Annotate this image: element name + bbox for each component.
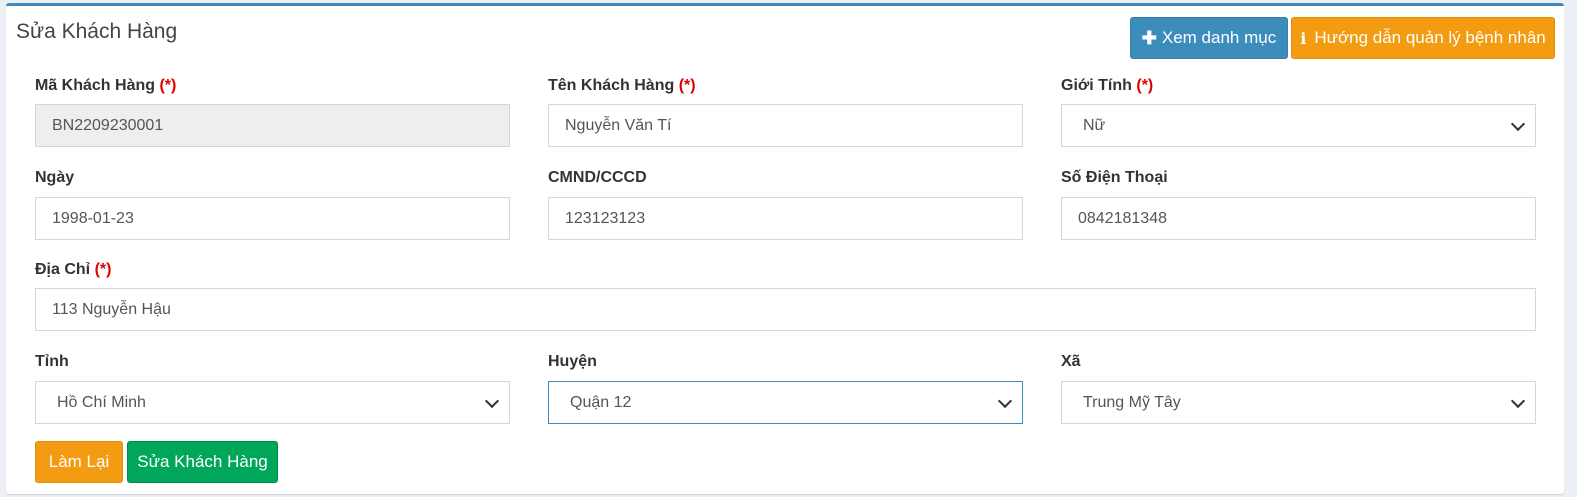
phone-label: Số Điện Thoại — [1061, 169, 1168, 186]
province-label: Tỉnh — [35, 353, 69, 370]
info-icon: i — [1300, 28, 1307, 48]
ward-label: Xã — [1061, 353, 1081, 370]
submit-edit-customer-button[interactable]: Sửa Khách Hàng — [127, 441, 278, 483]
view-list-label: Xem danh mục — [1161, 28, 1277, 47]
required-mark: (*) — [159, 77, 177, 94]
district-label: Huyện — [548, 353, 597, 370]
plus-icon: ✚ — [1141, 27, 1157, 48]
patient-guide-button[interactable]: i Hướng dẫn quản lý bệnh nhân — [1291, 17, 1555, 59]
customer-code-field[interactable]: BN2209230001 — [35, 104, 510, 147]
patient-guide-label: Hướng dẫn quản lý bệnh nhân — [1314, 28, 1546, 47]
customer-code-label: Mã Khách Hàng (*) — [35, 77, 177, 94]
chevron-down-icon — [484, 393, 500, 408]
district-select[interactable]: Quận 12 — [548, 381, 1023, 424]
edit-customer-panel: Sửa Khách Hàng ✚ Xem danh mục i Hướng dẫ… — [6, 3, 1564, 494]
chevron-down-icon — [997, 393, 1013, 408]
page-title: Sửa Khách Hàng — [16, 20, 178, 43]
view-list-button[interactable]: ✚ Xem danh mục — [1130, 17, 1288, 59]
customer-name-label: Tên Khách Hàng (*) — [548, 77, 696, 94]
address-input[interactable]: 113 Nguyễn Hậu — [35, 288, 1536, 331]
gender-select[interactable]: Nữ — [1061, 104, 1536, 147]
id-card-label: CMND/CCCD — [548, 169, 647, 186]
ward-select[interactable]: Trung Mỹ Tây — [1061, 381, 1536, 424]
customer-name-input[interactable]: Nguyễn Văn Tí — [548, 104, 1023, 147]
id-card-input[interactable]: 123123123 — [548, 197, 1023, 240]
required-mark: (*) — [678, 77, 696, 94]
gender-label: Giới Tính (*) — [1061, 77, 1154, 94]
chevron-down-icon — [1510, 393, 1526, 408]
address-label: Địa Chỉ (*) — [35, 261, 112, 278]
chevron-down-icon — [1510, 116, 1526, 131]
phone-input[interactable]: 0842181348 — [1061, 197, 1536, 240]
date-label: Ngày — [35, 169, 75, 186]
province-select[interactable]: Hồ Chí Minh — [35, 381, 510, 424]
required-mark: (*) — [94, 261, 112, 278]
reset-button[interactable]: Làm Lại — [35, 441, 123, 483]
required-mark: (*) — [1136, 77, 1154, 94]
date-input[interactable]: 1998-01-23 — [35, 197, 510, 240]
